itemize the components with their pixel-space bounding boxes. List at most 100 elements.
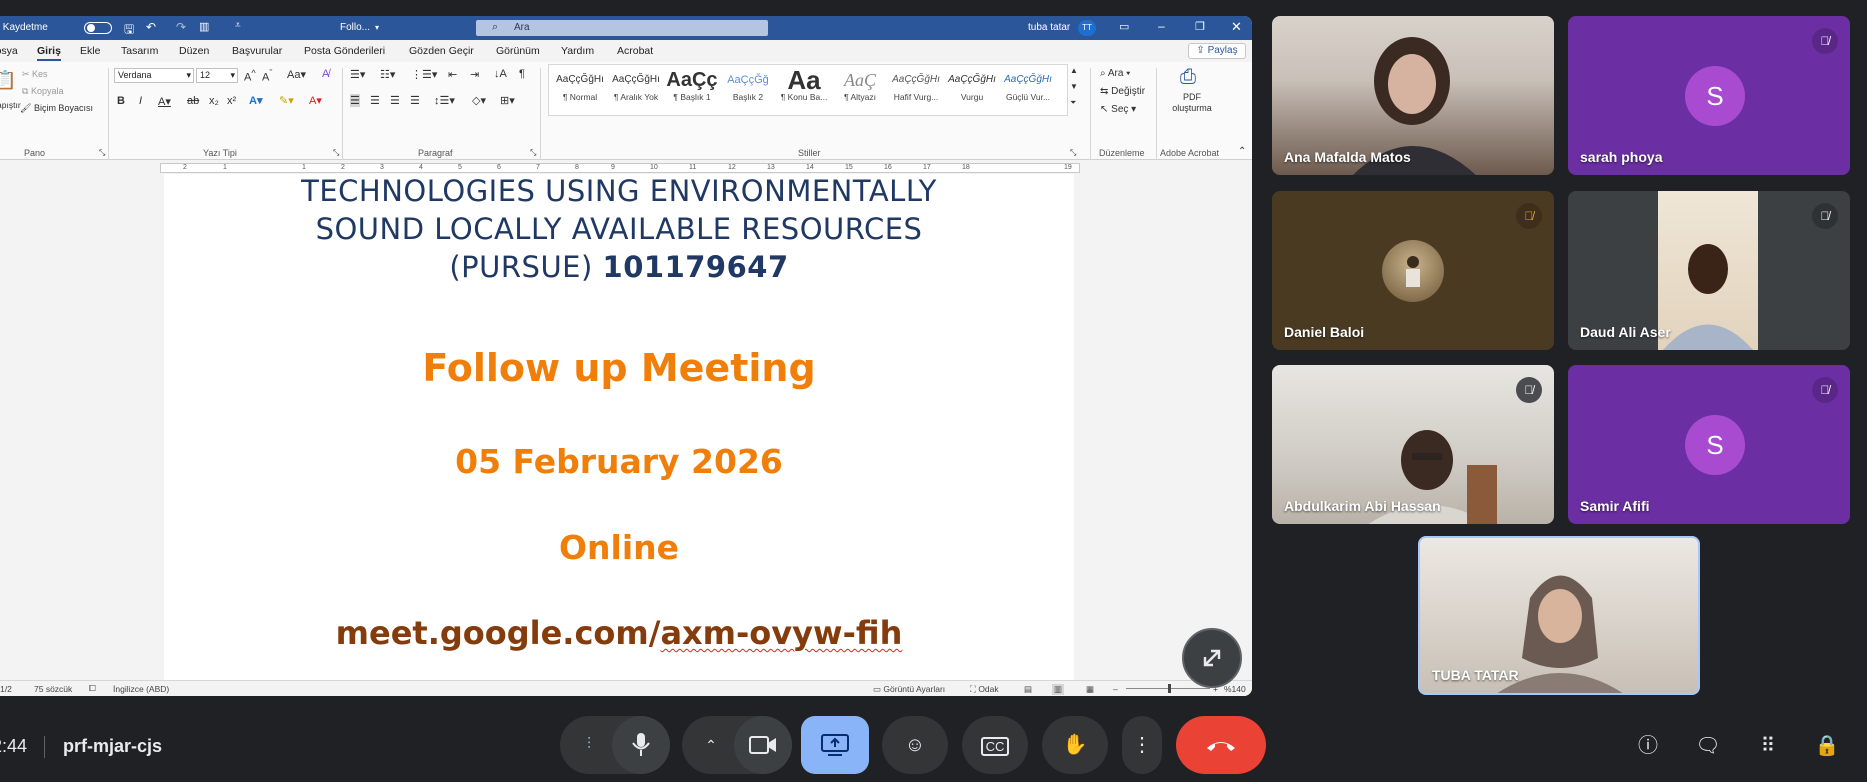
cut-button[interactable]: ✂ Kes: [22, 69, 48, 80]
autosave-toggle[interactable]: [84, 22, 112, 34]
create-pdf-icon[interactable]: ⎙: [1180, 66, 1196, 89]
user-avatar[interactable]: TT: [1078, 20, 1096, 36]
word-search-box[interactable]: ⌕ Ara: [476, 20, 768, 36]
read-mode-icon[interactable]: ▤: [1024, 684, 1032, 695]
raise-hand-button[interactable]: ✋: [1042, 716, 1108, 774]
show-marks-icon[interactable]: ¶: [519, 68, 525, 80]
print-layout-icon[interactable]: ▥: [1052, 684, 1065, 695]
redo-icon[interactable]: ↷: [176, 20, 186, 34]
align-right-icon[interactable]: ☰: [390, 94, 400, 107]
paste-label[interactable]: Yapıştır: [0, 100, 21, 110]
bold-icon[interactable]: B: [117, 95, 125, 107]
styles-launcher-icon[interactable]: ⤡: [1070, 148, 1076, 158]
participant-tile[interactable]: 🎙̸ Daud Ali Aser: [1568, 191, 1850, 350]
layout-icon[interactable]: ▥: [199, 20, 209, 33]
paste-icon[interactable]: 📋: [0, 70, 16, 91]
styles-more-icon[interactable]: ⏷: [1070, 98, 1076, 108]
font-launcher-icon[interactable]: ⤡: [333, 148, 339, 158]
strikethrough-icon[interactable]: ab: [187, 95, 199, 107]
tab-insert[interactable]: Ekle: [80, 45, 100, 57]
subscript-icon[interactable]: x₂: [209, 95, 219, 107]
restore-icon[interactable]: ❐: [1195, 20, 1205, 33]
meeting-link[interactable]: meet.google.com/axm-ovyw-fih: [164, 614, 1074, 652]
save-icon[interactable]: 🖫: [124, 20, 134, 41]
web-layout-icon[interactable]: ▦: [1086, 684, 1094, 695]
participant-tile[interactable]: 🎙̸ Abdulkarim Abi Hassan: [1272, 365, 1554, 524]
chat-button[interactable]: 🗨: [1690, 728, 1726, 764]
share-button[interactable]: ⇪ Paylaş: [1188, 43, 1246, 59]
tab-acrobat[interactable]: Acrobat: [617, 45, 653, 57]
tab-help[interactable]: Yardım: [561, 45, 594, 57]
camera-button[interactable]: [734, 716, 792, 774]
text-effects-icon[interactable]: A▾: [249, 94, 262, 107]
camera-options-icon[interactable]: ⌃: [682, 716, 740, 774]
participant-tile[interactable]: 🎙̸ S Samir Afifi: [1568, 365, 1850, 524]
word-count[interactable]: 75 sözcük: [34, 684, 72, 694]
superscript-icon[interactable]: x²: [227, 95, 236, 107]
style-normal[interactable]: AaÇçĞğHı ¶ Normal: [552, 68, 608, 110]
clipboard-launcher-icon[interactable]: ⤡: [99, 148, 105, 158]
style-title[interactable]: Aa ¶ Konu Ba...: [776, 68, 832, 110]
shrink-font-icon[interactable]: Aˇ: [262, 68, 272, 84]
borders-icon[interactable]: ⊞▾: [500, 94, 515, 107]
grow-font-icon[interactable]: A^: [244, 68, 256, 84]
style-heading-1[interactable]: AaÇç ¶ Başlık 1: [664, 68, 720, 110]
justify-icon[interactable]: ☰: [410, 94, 420, 107]
replace-button[interactable]: ⇆ Değiştir: [1100, 86, 1145, 97]
reactions-button[interactable]: ☺: [882, 716, 948, 774]
style-subtle-emphasis[interactable]: AaÇçĞğHı Hafif Vurg...: [888, 68, 944, 110]
tab-layout[interactable]: Düzen: [179, 45, 209, 57]
tab-design[interactable]: Tasarım: [121, 45, 158, 57]
page-count[interactable]: Sayfa 1/2: [0, 684, 12, 694]
find-button[interactable]: ⌕ Ara ▾: [1100, 68, 1130, 79]
tab-review[interactable]: Gözden Geçir: [409, 45, 474, 57]
self-view-tile[interactable]: TUBA TATAR: [1418, 536, 1700, 695]
copy-button[interactable]: ⧉ Kopyala: [22, 86, 63, 97]
style-subtitle[interactable]: AaÇ ¶ Altyazı: [832, 68, 888, 110]
document-title[interactable]: Follo...: [340, 22, 370, 33]
customize-qat-icon[interactable]: ⩡: [235, 20, 241, 31]
bullets-icon[interactable]: ☰▾: [350, 68, 365, 81]
host-controls-button[interactable]: 🔒: [1809, 728, 1845, 764]
style-strong-emphasis[interactable]: AaÇçĞğHı Güçlü Vur...: [1000, 68, 1056, 110]
font-size-select[interactable]: 12 ▾: [196, 68, 238, 83]
style-heading-2[interactable]: AaÇçĞğ Başlık 2: [720, 68, 776, 110]
align-left-icon[interactable]: ☰: [350, 94, 360, 107]
more-options-button[interactable]: ⋮: [1122, 716, 1162, 774]
participant-tile[interactable]: 🎙̸ S sarah phoya: [1568, 16, 1850, 175]
meeting-info-button[interactable]: ⓘ: [1630, 728, 1666, 764]
undo-icon[interactable]: ↶: [146, 20, 156, 34]
participant-tile[interactable]: 🎙̸ Daniel Baloi: [1272, 191, 1554, 350]
font-color-icon[interactable]: A▾: [309, 94, 322, 107]
align-center-icon[interactable]: ☰: [370, 94, 380, 107]
tab-mailings[interactable]: Posta Gönderileri: [304, 45, 385, 57]
zoom-slider[interactable]: [1126, 684, 1210, 693]
line-spacing-icon[interactable]: ↕☰▾: [434, 94, 455, 107]
display-settings[interactable]: ▭ Görüntü Ayarları: [873, 684, 945, 695]
increase-indent-icon[interactable]: ⇥: [470, 68, 479, 81]
proofing-icon[interactable]: ⧠: [89, 683, 96, 694]
tab-home[interactable]: Giriş: [37, 45, 61, 61]
style-no-spacing[interactable]: AaÇçĞğHı ¶ Aralık Yok: [608, 68, 664, 110]
clear-format-icon[interactable]: A̸: [322, 68, 329, 80]
italic-icon[interactable]: I: [139, 95, 142, 107]
format-painter-button[interactable]: 🖌 Biçim Boyacısı: [20, 103, 93, 114]
expand-presentation-button[interactable]: [1182, 628, 1242, 688]
captions-button[interactable]: CC: [962, 716, 1028, 774]
microphone-button[interactable]: [612, 716, 670, 774]
numbering-icon[interactable]: ☷▾: [380, 68, 395, 81]
create-pdf-label[interactable]: PDF oluşturma: [1164, 92, 1220, 114]
document-page[interactable]: TECHNOLOGIES USING ENVIRONMENTALLY SOUND…: [164, 174, 1074, 696]
participant-tile[interactable]: Ana Mafalda Matos: [1272, 16, 1554, 175]
minimize-icon[interactable]: –: [1158, 19, 1165, 33]
leave-call-button[interactable]: [1176, 716, 1266, 774]
focus-mode[interactable]: ⛶ Odak: [970, 684, 999, 695]
tab-file[interactable]: Dosya: [0, 45, 18, 57]
paragraph-launcher-icon[interactable]: ⤡: [530, 148, 536, 158]
zoom-out-icon[interactable]: –: [1113, 684, 1118, 694]
styles-scroll-up-icon[interactable]: ▲: [1070, 66, 1078, 75]
decrease-indent-icon[interactable]: ⇤: [448, 68, 457, 81]
tab-view[interactable]: Görünüm: [496, 45, 540, 57]
horizontal-ruler[interactable]: 2 1 1 2 3 4 5 6 7 8 9 10 11 12 13 14 15 …: [160, 163, 1080, 173]
shading-icon[interactable]: ◇▾: [472, 94, 486, 107]
